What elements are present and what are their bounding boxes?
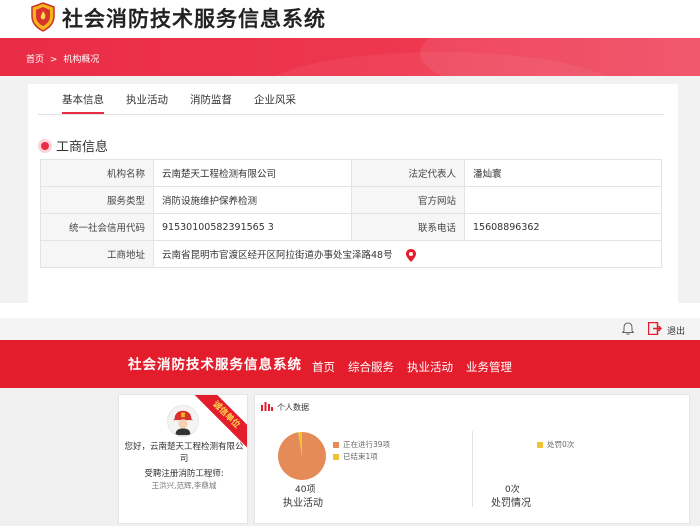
table-row: 机构名称 云南楚天工程检测有限公司 法定代表人 潘灿寰 <box>40 159 662 187</box>
org-profile-panel: 社会消防技术服务信息系统 首页 > 机构概况 基本信息 执业活动 消防监督 企业… <box>0 0 700 303</box>
nav-menu: 首页 综合服务 执业活动 业务管理 <box>312 359 525 375</box>
bar-chart-icon <box>261 402 273 411</box>
phone-value: 15608896362 <box>464 213 662 241</box>
firefighter-avatar-icon <box>167 405 199 437</box>
nav-item-activities[interactable]: 执业活动 <box>407 359 453 375</box>
logout-link[interactable]: 退出 <box>667 324 685 337</box>
table-row: 工商地址 云南省昆明市官渡区经开区阿拉街道办事处宝泽路48号 <box>40 240 662 268</box>
legend-penalty: 处罚0次 <box>537 439 574 450</box>
address-label: 工商地址 <box>40 240 154 268</box>
address-value: 云南省昆明市官渡区经开区阿拉街道办事处宝泽路48号 <box>162 249 393 261</box>
org-name-label: 机构名称 <box>40 159 154 187</box>
activity-pie-chart <box>278 432 326 480</box>
service-type-label: 服务类型 <box>40 186 154 214</box>
breadcrumb-current: 机构概况 <box>63 55 100 65</box>
breadcrumb-home-link[interactable]: 首页 <box>26 55 44 65</box>
stats-title: 个人数据 <box>277 403 309 412</box>
greeting-text: 您好，云南楚天工程检测有限公司 <box>124 442 244 464</box>
main-nav-bar: 社会消防技术服务信息系统 首页 综合服务 执业活动 业务管理 <box>0 340 700 388</box>
legend-ongoing: 正在进行39项 <box>333 439 390 450</box>
address-cell: 云南省昆明市官渡区经开区阿拉街道办事处宝泽路48号 <box>153 240 662 268</box>
nav-app-title: 社会消防技术服务信息系统 <box>128 357 302 373</box>
breadcrumb: 首页 > 机构概况 <box>26 52 102 65</box>
bell-icon[interactable] <box>622 322 634 335</box>
legend-done: 已结束1项 <box>333 451 378 462</box>
website-value[interactable] <box>464 186 662 214</box>
table-row: 服务类型 消防设施维护保养检测 官方网站 <box>40 186 662 214</box>
credit-code-label: 统一社会信用代码 <box>40 213 154 241</box>
business-info-table: 机构名称 云南楚天工程检测有限公司 法定代表人 潘灿寰 服务类型 消防设施维护保… <box>40 159 662 268</box>
tab-bar: 基本信息 执业活动 消防监督 企业风采 <box>62 92 318 114</box>
top-header: 社会消防技术服务信息系统 <box>0 0 700 38</box>
activity-caption: 执业活动 <box>283 498 323 509</box>
dashboard-panel: 退出 社会消防技术服务信息系统 首页 综合服务 执业活动 业务管理 诚信单位 您… <box>0 318 700 526</box>
legal-rep-value: 潘灿寰 <box>464 159 662 187</box>
table-row: 统一社会信用代码 91530100582391565 3 联系电话 156088… <box>40 213 662 241</box>
nav-item-business[interactable]: 业务管理 <box>466 359 512 375</box>
org-name-value: 云南楚天工程检测有限公司 <box>153 159 352 187</box>
website-label: 官方网站 <box>351 186 465 214</box>
section-dot-icon <box>41 142 49 150</box>
phone-label: 联系电话 <box>351 213 465 241</box>
breadcrumb-separator: > <box>49 55 58 65</box>
logout-icon[interactable] <box>648 322 662 335</box>
tab-basic-info[interactable]: 基本信息 <box>62 92 104 114</box>
personal-data-panel: 个人数据 正在进行39项 已结束1项 40项 执业活动 处罚0次 0次 处罚情况 <box>254 394 690 524</box>
breadcrumb-bar: 首页 > 机构概况 <box>0 38 700 76</box>
credit-code-value: 91530100582391565 3 <box>153 213 352 241</box>
tab-fire-supervision[interactable]: 消防监督 <box>190 92 232 114</box>
penalty-caption: 处罚情况 <box>491 498 531 509</box>
map-pin-icon[interactable] <box>405 248 416 262</box>
engineer-names: 王洪兴,范辉,李鼎城 <box>151 481 217 490</box>
nav-item-services[interactable]: 综合服务 <box>348 359 394 375</box>
service-type-value: 消防设施维护保养检测 <box>153 186 352 214</box>
engineer-role-label: 受聘注册消防工程师: <box>144 469 224 479</box>
shield-logo-icon <box>31 2 55 32</box>
section-title: 工商信息 <box>56 140 109 155</box>
org-info-card: 基本信息 执业活动 消防监督 企业风采 工商信息 机构名称 云南楚天工程检测有限… <box>28 84 678 303</box>
utility-bar: 退出 <box>0 318 700 340</box>
legal-rep-label: 法定代表人 <box>351 159 465 187</box>
tab-practice-activity[interactable]: 执业活动 <box>126 92 168 114</box>
profile-card: 诚信单位 您好，云南楚天工程检测有限公司 受聘注册消防工程师: 王洪兴,范辉,李… <box>118 394 248 524</box>
tab-company-style[interactable]: 企业风采 <box>254 92 296 114</box>
tab-divider <box>38 114 664 115</box>
app-title: 社会消防技术服务信息系统 <box>62 6 326 31</box>
nav-item-home[interactable]: 首页 <box>312 359 335 375</box>
stats-divider <box>472 431 473 507</box>
